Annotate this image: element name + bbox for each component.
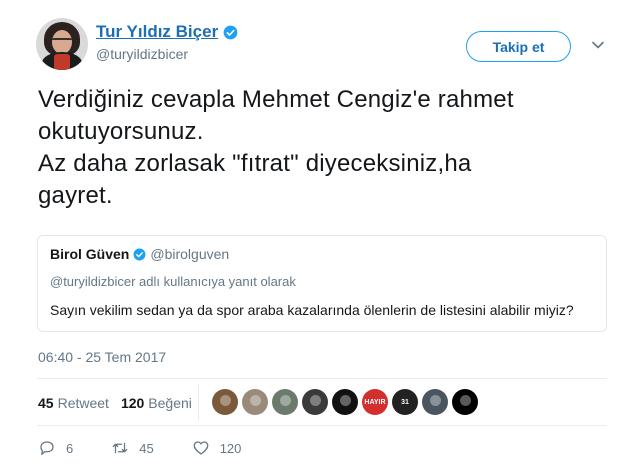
divider [198,384,199,420]
author-avatar[interactable] [36,18,88,70]
heart-icon [193,441,209,455]
chevron-down-icon[interactable] [591,38,605,52]
verified-badge-icon [133,248,146,260]
tweet-text-line: Verdiğiniz cevapla Mehmet Cengiz'e rahme… [38,86,514,113]
engagement-stats: 45 Retweet 120 Beğeni [38,395,192,411]
avatar-black[interactable] [452,389,478,415]
avatar-man-hat[interactable] [212,389,238,415]
avatar-woman[interactable] [302,389,328,415]
quoted-author-name: Birol Güven [50,246,130,262]
retweets-count[interactable]: 45 [38,395,54,411]
avatar-group[interactable] [272,389,298,415]
author-handle[interactable]: @turyildizbicer [96,46,188,62]
quoted-tweet[interactable]: Birol Güven @birolguven @turyildizbicer … [37,235,607,332]
quoted-reply-context: @turyildizbicer adlı kullanıcıya yanıt o… [50,274,296,289]
liker-avatar-text: 31 [401,398,409,406]
like-button[interactable]: 120 [192,439,242,457]
tweet-text-line: okutuyorsunuz. [38,118,204,145]
retweet-icon [112,442,128,454]
quoted-tweet-header: Birol Güven @birolguven [50,246,229,262]
likes-label[interactable]: Beğeni [148,395,192,411]
reply-icon [40,441,54,456]
author-display-name[interactable]: Tur Yıldız Biçer [96,22,218,42]
reply-button[interactable]: 6 [38,439,73,457]
tweet-card: Tur Yıldız Biçer @turyildizbicer Takip e… [0,0,635,469]
liker-avatar-text: HAYIR [364,398,386,406]
liker-avatars: HAYIR 31 [212,389,482,415]
divider [37,425,607,426]
tweet-text-line: gayret. [38,182,113,209]
like-count: 120 [219,440,242,456]
verified-badge-icon [223,25,238,39]
likes-count[interactable]: 120 [121,395,144,411]
quoted-author-handle: @birolguven [150,246,230,262]
reply-count: 6 [66,440,74,456]
follow-button[interactable]: Takip et [466,31,571,62]
quoted-tweet-text: Sayın vekilim sedan ya da spor araba kaz… [50,302,574,318]
avatar-logo-triangle[interactable] [332,389,358,415]
divider [37,378,607,379]
author-name-row: Tur Yıldız Biçer [96,22,238,42]
retweets-label[interactable]: Retweet [58,395,109,411]
avatar-hayir-logo[interactable]: HAYIR [362,389,388,415]
avatar-man[interactable] [242,389,268,415]
avatar-31-logo[interactable]: 31 [392,389,418,415]
retweet-count: 45 [139,440,154,456]
tweet-timestamp[interactable]: 06:40 - 25 Tem 2017 [38,349,166,365]
tweet-text-line: Az daha zorlasak "fıtrat" diyeceksiniz,h… [38,150,472,177]
tweet-text: Verdiğiniz cevapla Mehmet Cengiz'e rahme… [38,84,618,212]
avatar-person-dark[interactable] [422,389,448,415]
retweet-button[interactable]: 45 [111,439,154,457]
action-bar: 6 45 120 [38,439,279,457]
